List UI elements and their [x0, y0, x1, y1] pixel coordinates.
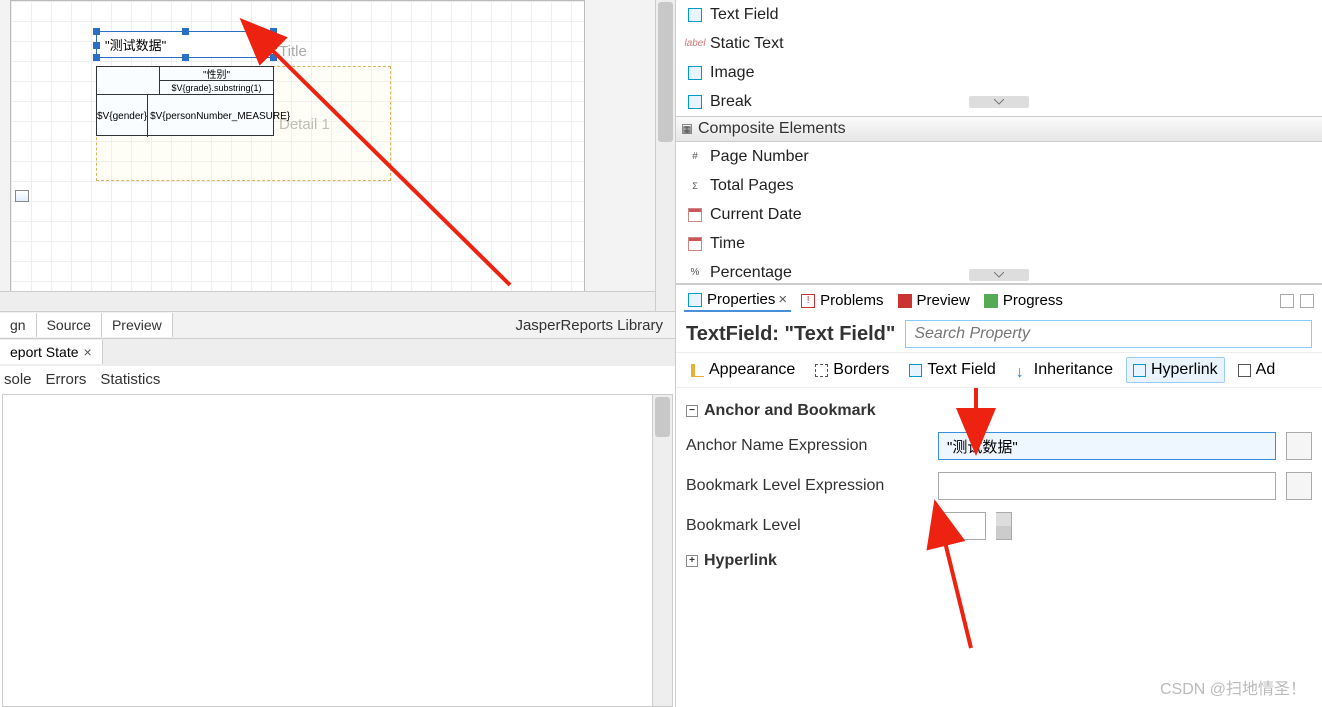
expander-icon[interactable] — [969, 96, 1029, 108]
tab-progress[interactable]: Progress — [980, 290, 1067, 311]
selected-textfield[interactable]: "测试数据" — [96, 31, 274, 58]
maximize-icon[interactable] — [1300, 294, 1314, 308]
tab-properties[interactable]: Properties× — [684, 289, 791, 312]
cat-textfield[interactable]: Text Field — [902, 357, 1002, 383]
collapse-icon[interactable]: − — [686, 405, 698, 417]
gutter-icon[interactable] — [15, 190, 29, 202]
palette-section-composite[interactable]: ▦ Composite Elements — [676, 116, 1322, 142]
canvas-vscrollbar[interactable] — [655, 0, 675, 311]
close-icon[interactable]: × — [778, 291, 787, 308]
design-canvas[interactable]: Title Detail 1 Detail 2 "性别" $V{grade}.s… — [0, 0, 675, 311]
palette: Text Field labelStatic Text Image Break … — [676, 0, 1322, 283]
close-icon[interactable]: × — [84, 344, 92, 360]
selected-textfield-text: "测试数据" — [105, 35, 166, 54]
palette-total-pages[interactable]: ΣTotal Pages — [688, 171, 1322, 200]
subtab-statistics[interactable]: Statistics — [100, 371, 160, 388]
report-state-subtabs: sole Errors Statistics — [0, 365, 675, 392]
expander-icon[interactable] — [969, 269, 1029, 281]
palette-page-number[interactable]: #Page Number — [688, 142, 1322, 171]
properties-view-tabs: Properties× !Problems Preview Progress — [676, 285, 1322, 316]
report-state-tabbar: eport State × — [0, 338, 675, 365]
cat-borders[interactable]: Borders — [808, 357, 896, 383]
cat-advanced[interactable]: Ad — [1231, 357, 1283, 383]
tab-preview[interactable]: Preview — [102, 313, 173, 337]
expression-editor-button[interactable] — [1286, 432, 1312, 460]
group-hyperlink[interactable]: + Hyperlink — [686, 546, 1312, 576]
search-property-input[interactable] — [905, 320, 1312, 348]
crosstab[interactable]: "性别" $V{grade}.substring(1) $V{gender} $… — [96, 66, 274, 136]
tab-report-state[interactable]: eport State × — [0, 340, 103, 364]
palette-image[interactable]: Image — [688, 58, 1322, 87]
properties-title: TextField: "Text Field" — [686, 323, 895, 346]
expression-editor-button[interactable] — [1286, 472, 1312, 500]
report-state-vscroll[interactable] — [652, 395, 672, 706]
tab-design[interactable]: gn — [0, 313, 37, 337]
report-state-body — [2, 394, 673, 707]
expand-icon[interactable]: + — [686, 555, 698, 567]
cat-inheritance[interactable]: ↓Inheritance — [1009, 357, 1120, 383]
spinner-buttons[interactable] — [996, 512, 1012, 540]
subtab-errors[interactable]: Errors — [46, 371, 87, 388]
band-label-title: Title — [279, 43, 307, 60]
tab-source[interactable]: Source — [37, 313, 102, 337]
view-menu-icon[interactable] — [1280, 294, 1294, 308]
crosstab-col-header[interactable]: "性别" — [160, 67, 273, 81]
property-category-tabs: Appearance Borders Text Field ↓Inheritan… — [676, 352, 1322, 388]
crosstab-measure[interactable]: $V{personNumber_MEASURE} — [148, 95, 292, 137]
input-bookmark-level[interactable] — [938, 512, 986, 540]
view-tabs: gn Source Preview JasperReports Library — [0, 311, 675, 338]
palette-text-field[interactable]: Text Field — [688, 0, 1322, 29]
cat-appearance[interactable]: Appearance — [684, 357, 802, 383]
crosstab-row-header[interactable]: $V{gender} — [97, 95, 148, 137]
input-bookmark-level-expression[interactable] — [938, 472, 1276, 500]
group-anchor-bookmark[interactable]: − Anchor and Bookmark — [686, 396, 1312, 426]
canvas-hscrollbar[interactable] — [0, 291, 655, 311]
palette-time[interactable]: Time — [688, 229, 1322, 258]
label-bookmark-expr: Bookmark Level Expression — [686, 477, 928, 495]
cat-hyperlink[interactable]: Hyperlink — [1126, 357, 1225, 383]
label-anchor-name: Anchor Name Expression — [686, 437, 928, 455]
palette-current-date[interactable]: Current Date — [688, 200, 1322, 229]
tab-preview[interactable]: Preview — [894, 290, 974, 311]
label-bookmark-level: Bookmark Level — [686, 517, 928, 535]
library-label: JasperReports Library — [515, 317, 675, 334]
design-page[interactable]: Title Detail 1 Detail 2 "性别" $V{grade}.s… — [10, 0, 585, 311]
crosstab-col-measure[interactable]: $V{grade}.substring(1) — [160, 81, 273, 94]
tab-problems[interactable]: !Problems — [797, 290, 887, 311]
palette-static-text[interactable]: labelStatic Text — [688, 29, 1322, 58]
subtab-console[interactable]: sole — [4, 371, 32, 388]
input-anchor-name-expression[interactable] — [938, 432, 1276, 460]
